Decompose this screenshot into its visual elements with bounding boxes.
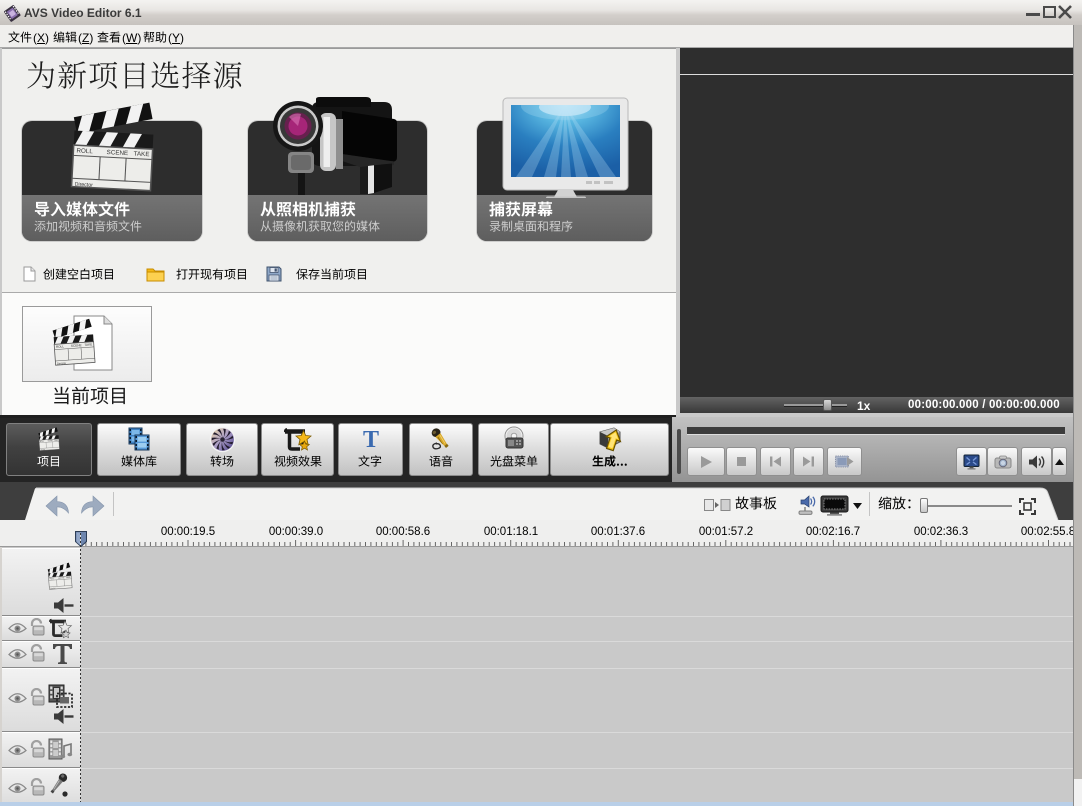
svg-text:ROLL: ROLL	[50, 578, 55, 580]
svg-text:SCENE: SCENE	[106, 149, 128, 157]
svg-text:T: T	[362, 427, 378, 452]
svg-text:Director: Director	[75, 182, 94, 189]
svg-text:ROLL: ROLL	[76, 147, 93, 155]
svg-text:ROLL: ROLL	[56, 344, 65, 349]
svg-text:SCENE: SCENE	[71, 343, 82, 348]
svg-text:TAKE: TAKE	[133, 150, 149, 158]
svg-text:TAKE: TAKE	[84, 342, 92, 347]
